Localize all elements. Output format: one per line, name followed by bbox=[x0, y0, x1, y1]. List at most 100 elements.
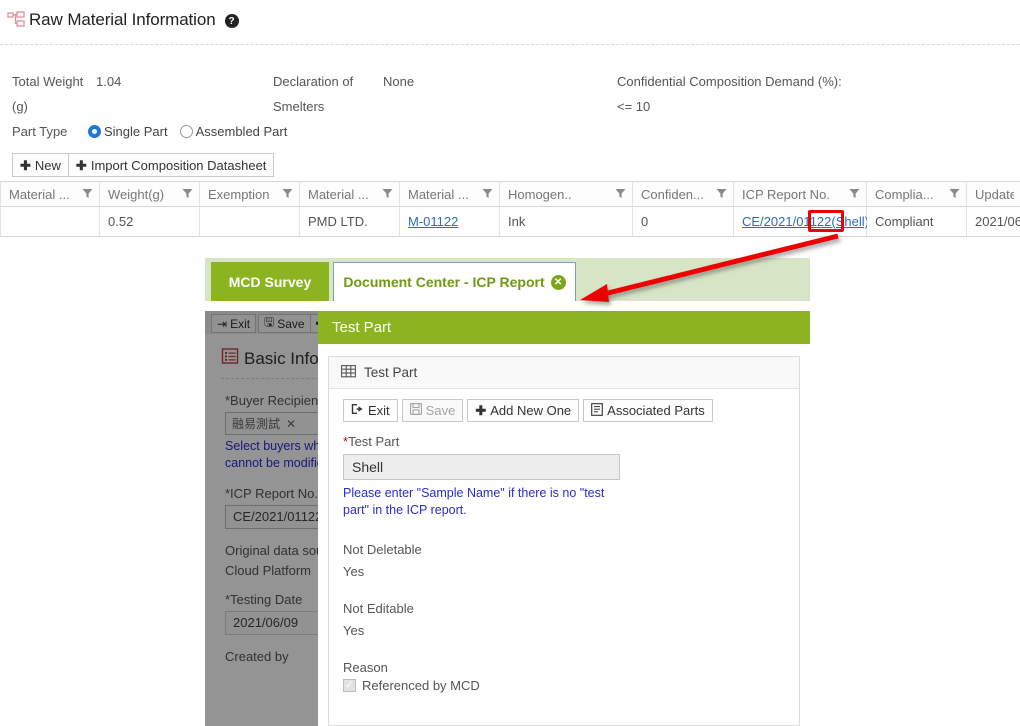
import-composition-datasheet-button[interactable]: ✚ Import Composition Datasheet bbox=[67, 153, 275, 177]
total-weight-value: 1.04 bbox=[96, 74, 122, 89]
funnel-icon[interactable] bbox=[82, 187, 93, 202]
col-header-homogeneous[interactable]: Homogen.. bbox=[500, 181, 633, 207]
material-link[interactable]: M-01122 bbox=[408, 214, 458, 229]
reason-checkbox-row[interactable]: ✓ Referenced by MCD bbox=[343, 678, 799, 693]
confidential-label: Confidential Composition Demand (%): bbox=[617, 74, 842, 89]
import-button-label: Import Composition Datasheet bbox=[90, 157, 267, 173]
cell-material-c[interactable]: M-01122 bbox=[400, 207, 500, 237]
cell-material-b: PMD LTD. bbox=[300, 207, 400, 237]
sitemap-icon bbox=[6, 10, 26, 30]
total-weight-label: Total Weight bbox=[12, 74, 84, 89]
tab-strip: MCD Survey Document Center - ICP Report … bbox=[205, 258, 810, 301]
col-header-icp-report-no[interactable]: ICP Report No. bbox=[734, 181, 867, 207]
funnel-icon[interactable] bbox=[716, 187, 727, 202]
reason-label: Reason bbox=[343, 659, 388, 675]
page-title: Raw Material Information bbox=[29, 10, 216, 29]
col-header-confidential[interactable]: Confiden... bbox=[633, 181, 734, 207]
screenshot-root: Raw Material Information ? Total Weight … bbox=[0, 0, 1020, 726]
tab-label: Document Center - ICP Report bbox=[343, 274, 545, 290]
tab-document-center-icp-report[interactable]: Document Center - ICP Report ✕ bbox=[333, 262, 576, 301]
declaration-label-line1: Declaration of bbox=[273, 74, 354, 89]
document-icon bbox=[591, 402, 604, 419]
modal-save-button[interactable]: Save bbox=[401, 399, 464, 422]
plus-icon: ✚ bbox=[475, 403, 487, 418]
col-header-update[interactable]: Update . bbox=[967, 181, 1020, 207]
plus-icon: ✚ bbox=[75, 157, 87, 173]
referenced-by-mcd-checkbox[interactable]: ✓ bbox=[343, 678, 356, 692]
referenced-by-mcd-label: Referenced by MCD bbox=[362, 677, 480, 693]
modal-associated-parts-button[interactable]: Associated Parts bbox=[583, 399, 713, 422]
info-row-2: (g) Smelters <= 10 bbox=[0, 99, 1020, 124]
icp-report-link[interactable]: CE/2021/01122 bbox=[742, 214, 831, 229]
col-label: Material ... bbox=[308, 186, 369, 202]
col-label: Material ... bbox=[408, 186, 469, 202]
embedded-browser-window: MCD Survey Document Center - ICP Report … bbox=[205, 258, 810, 726]
not-editable-block: Not Editable Yes bbox=[343, 601, 799, 638]
modal-add-label: Add New One bbox=[490, 403, 572, 418]
funnel-icon[interactable] bbox=[615, 187, 626, 202]
confidential-value: <= 10 bbox=[617, 99, 651, 114]
table-row[interactable]: 0.52 PMD LTD. M-01122 Ink 0 CE/2021/0112… bbox=[0, 207, 1020, 237]
raw-material-grid: Material ... Weight(g) Exemption Materia… bbox=[0, 181, 1020, 237]
total-weight-unit: (g) bbox=[12, 99, 28, 114]
icp-report-suffix-link[interactable]: (Shell) bbox=[831, 214, 869, 229]
funnel-icon[interactable] bbox=[949, 187, 960, 202]
col-header-material-c[interactable]: Material ... bbox=[400, 181, 500, 207]
col-header-exemption[interactable]: Exemption bbox=[200, 181, 300, 207]
col-header-weight[interactable]: Weight(g) bbox=[100, 181, 200, 207]
info-row-1: Total Weight 1.04 Declaration of None Co… bbox=[0, 74, 1020, 99]
grid-header-row: Material ... Weight(g) Exemption Materia… bbox=[0, 181, 1020, 207]
close-circle-icon[interactable]: ✕ bbox=[550, 274, 566, 290]
modal-exit-button[interactable]: Exit bbox=[343, 399, 398, 422]
exit-icon bbox=[351, 403, 364, 418]
radio-single-part[interactable] bbox=[88, 125, 101, 138]
declaration-label-line2: Smelters bbox=[273, 99, 325, 114]
part-type-label: Part Type bbox=[12, 124, 68, 139]
col-header-material-a[interactable]: Material ... bbox=[0, 181, 100, 207]
modal-panel: Test Part Exit Save ✚ Add New One Associ… bbox=[328, 356, 800, 726]
plus-icon: ✚ bbox=[20, 157, 31, 173]
funnel-icon[interactable] bbox=[849, 187, 860, 202]
modal-fields: Test Part Shell Please enter "Sample Nam… bbox=[329, 422, 799, 693]
cell-weight: 0.52 bbox=[100, 207, 200, 237]
new-button-label: New bbox=[34, 157, 61, 173]
modal-panel-title: Test Part bbox=[364, 365, 418, 380]
cell-icp-report-no[interactable]: CE/2021/01122 (Shell) bbox=[734, 207, 869, 237]
modal-title: Test Part bbox=[332, 319, 392, 336]
col-header-compliance[interactable]: Complia... bbox=[867, 181, 967, 207]
modal-associated-parts-label: Associated Parts bbox=[607, 403, 705, 418]
modal-toolbar: Exit Save ✚ Add New One Associated Parts bbox=[329, 389, 799, 422]
test-part-input[interactable]: Shell bbox=[343, 454, 620, 480]
info-row-3: Part Type Single Part Assembled Part bbox=[0, 124, 1020, 149]
grid-toolbar: ✚ New ✚ Import Composition Datasheet bbox=[12, 153, 275, 177]
reason-block: Reason ✓ Referenced by MCD bbox=[343, 660, 799, 693]
summary-info: Total Weight 1.04 Declaration of None Co… bbox=[0, 74, 1020, 149]
col-label: ICP Report No. bbox=[742, 186, 830, 202]
cell-confidential: 0 bbox=[633, 207, 734, 237]
not-deletable-block: Not Deletable Yes bbox=[343, 542, 799, 579]
part-type-radio-group[interactable]: Single Part Assembled Part bbox=[88, 124, 296, 139]
col-label: Homogen.. bbox=[508, 186, 572, 202]
help-icon[interactable]: ? bbox=[224, 14, 239, 28]
col-label: Complia... bbox=[875, 186, 934, 202]
not-deletable-label: Not Deletable bbox=[343, 541, 422, 557]
cell-update: 2021/06/ bbox=[967, 207, 1020, 237]
cell-homogeneous: Ink bbox=[500, 207, 633, 237]
modal-header: Test Part bbox=[318, 311, 810, 344]
table-icon bbox=[341, 364, 356, 382]
new-button[interactable]: ✚ New bbox=[12, 153, 69, 177]
funnel-icon[interactable] bbox=[182, 187, 193, 202]
declaration-value: None bbox=[383, 74, 415, 89]
modal-add-new-one-button[interactable]: ✚ Add New One bbox=[467, 399, 580, 422]
funnel-icon[interactable] bbox=[482, 187, 493, 202]
col-label: Confiden... bbox=[641, 186, 704, 202]
col-header-material-b[interactable]: Material ... bbox=[300, 181, 400, 207]
save-icon bbox=[409, 403, 422, 418]
col-label: Material ... bbox=[9, 186, 70, 202]
tab-mcd-survey[interactable]: MCD Survey bbox=[211, 262, 329, 301]
funnel-icon[interactable] bbox=[382, 187, 393, 202]
header-divider bbox=[0, 44, 1020, 45]
radio-assembled-part[interactable] bbox=[179, 125, 193, 138]
not-editable-label: Not Editable bbox=[343, 600, 414, 616]
funnel-icon[interactable] bbox=[282, 187, 293, 202]
